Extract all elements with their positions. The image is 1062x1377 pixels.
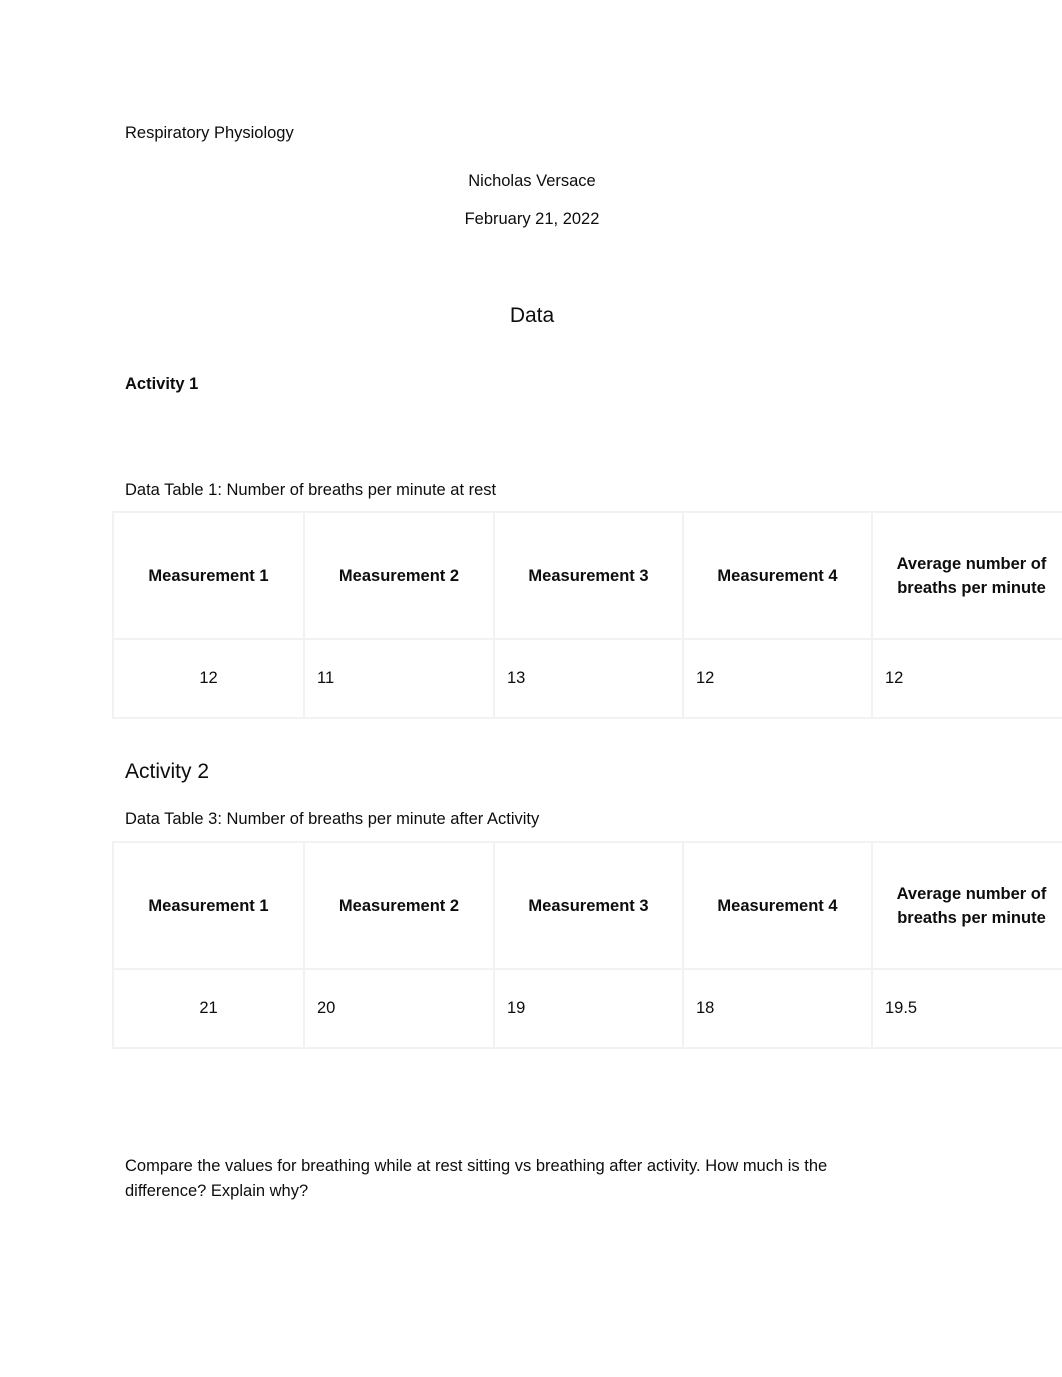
document-title: Respiratory Physiology (125, 124, 294, 142)
cell-measurement-3: 13 (493, 638, 684, 719)
section-heading-data: Data (509, 304, 555, 327)
column-header-measurement-3: Measurement 3 (493, 511, 684, 640)
activity-2-heading: Activity 2 (125, 760, 210, 783)
column-header-measurement-3: Measurement 3 (493, 841, 684, 970)
document-date: February 21, 2022 (464, 210, 600, 228)
column-header-measurement-2: Measurement 2 (303, 511, 495, 640)
table-row: 12 11 13 12 12 (112, 638, 1062, 719)
cell-measurement-2: 20 (303, 968, 495, 1049)
document-page: Respiratory Physiology Nicholas Versace … (0, 0, 1062, 1377)
column-header-average: Average number of breaths per minute (871, 511, 1062, 640)
cell-measurement-1: 21 (112, 968, 305, 1049)
data-table-3: Measurement 1 Measurement 2 Measurement … (112, 841, 1062, 1049)
data-table-1-caption: Data Table 1: Number of breaths per minu… (125, 481, 497, 499)
column-header-measurement-1: Measurement 1 (112, 511, 305, 640)
cell-average: 19.5 (871, 968, 1062, 1049)
cell-measurement-3: 19 (493, 968, 684, 1049)
cell-measurement-2: 11 (303, 638, 495, 719)
column-header-measurement-4: Measurement 4 (682, 511, 873, 640)
column-header-average: Average number of breaths per minute (871, 841, 1062, 970)
table-header-row: Measurement 1 Measurement 2 Measurement … (112, 841, 1062, 970)
table-header-row: Measurement 1 Measurement 2 Measurement … (112, 511, 1062, 640)
author-name: Nicholas Versace (468, 172, 596, 190)
data-table-1: Measurement 1 Measurement 2 Measurement … (112, 511, 1062, 719)
column-header-measurement-2: Measurement 2 (303, 841, 495, 970)
author-date-block: Nicholas Versace February 21, 2022 (125, 162, 939, 238)
cell-measurement-4: 12 (682, 638, 873, 719)
cell-average: 12 (871, 638, 1062, 719)
column-header-measurement-4: Measurement 4 (682, 841, 873, 970)
closing-question: Compare the values for breathing while a… (125, 1157, 828, 1200)
data-table-3-caption: Data Table 3: Number of breaths per minu… (125, 810, 540, 828)
cell-measurement-1: 12 (112, 638, 305, 719)
table-row: 21 20 19 18 19.5 (112, 968, 1062, 1049)
cell-measurement-4: 18 (682, 968, 873, 1049)
activity-1-heading: Activity 1 (125, 375, 199, 393)
column-header-measurement-1: Measurement 1 (112, 841, 305, 970)
